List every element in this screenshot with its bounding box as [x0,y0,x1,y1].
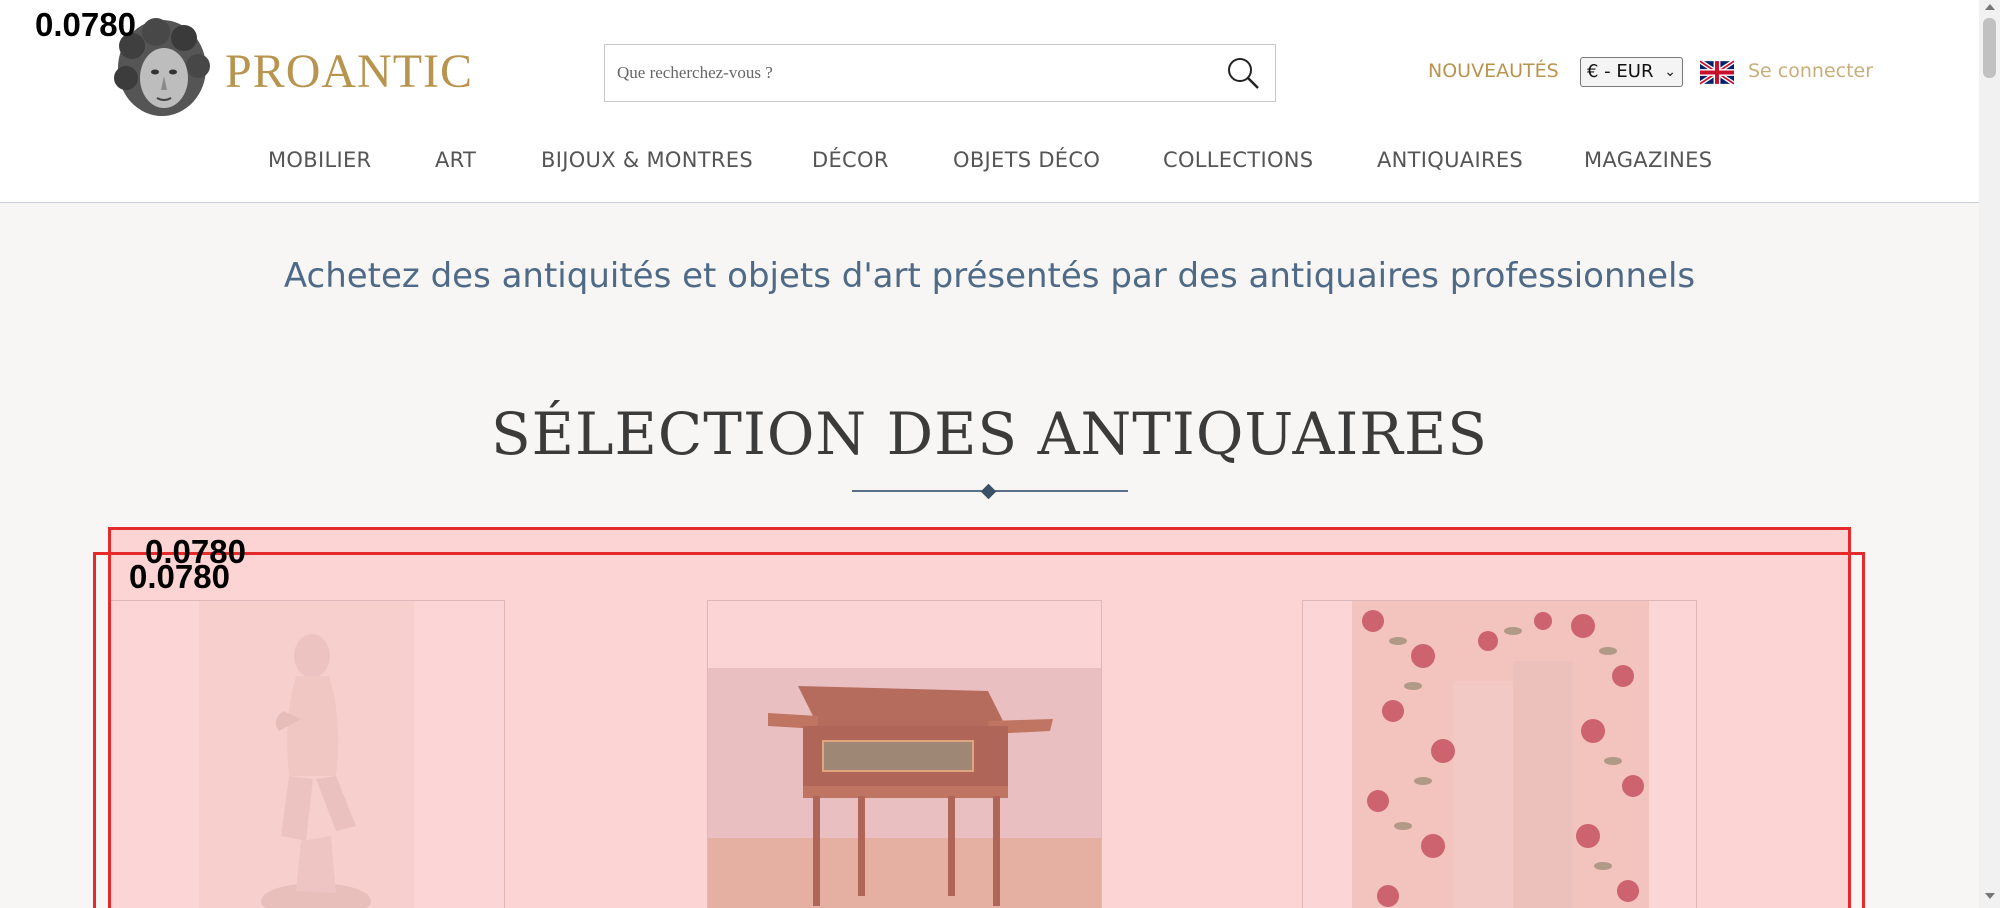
curtains-image [1303,601,1696,908]
currency-value: € - EUR [1587,61,1654,82]
nouveautes-link[interactable]: NOUVEAUTÉS [1428,60,1559,82]
desk-image [708,601,1101,908]
detection-score-label: 0.0780 [129,558,230,595]
nav-item-bijoux-montres[interactable]: BIJOUX & MONTRES [541,148,753,172]
nav-item-antiquaires[interactable]: ANTIQUAIRES [1377,148,1523,172]
chevron-down-icon: ⌄ [1664,64,1676,80]
logo-text[interactable]: PROANTIC [225,44,473,99]
nav-item-magazines[interactable]: MAGAZINES [1584,148,1712,172]
nav-item-decor[interactable]: DÉCOR [812,148,889,172]
nav-item-collections[interactable]: COLLECTIONS [1163,148,1313,172]
scrollbar-thumb[interactable] [1983,18,1996,78]
nav-item-objets-deco[interactable]: OBJETS DÉCO [953,148,1100,172]
search-icon[interactable] [1225,55,1261,91]
login-link[interactable]: Se connecter [1748,60,1873,82]
page-tagline: Achetez des antiquités et objets d'art p… [283,256,1696,296]
product-card-desk[interactable] [707,600,1102,908]
currency-select[interactable]: € - EUR ⌄ [1580,57,1683,87]
vertical-scrollbar[interactable] [1979,0,2000,908]
divider-diamond-icon [980,483,997,500]
detection-score-label: 0.0780 [35,6,136,43]
search-box [604,44,1276,102]
scroll-down-icon[interactable] [1985,893,1995,899]
product-card-curtains[interactable] [1302,600,1697,908]
nav-item-mobilier[interactable]: MOBILIER [268,148,371,172]
statue-image [111,601,504,908]
product-card-statue[interactable] [110,600,505,908]
search-input[interactable] [617,45,1197,101]
uk-flag-icon[interactable] [1700,60,1734,85]
nav-item-art[interactable]: ART [435,148,476,172]
main-nav: MOBILIER ART BIJOUX & MONTRES DÉCOR OBJE… [0,148,1979,178]
scroll-up-icon[interactable] [1985,4,1995,10]
site-header: PROANTIC NOUVEAUTÉS € - EUR ⌄ Se connect… [0,0,1979,203]
section-title: SÉLECTION DES ANTIQUAIRES [490,400,1489,468]
